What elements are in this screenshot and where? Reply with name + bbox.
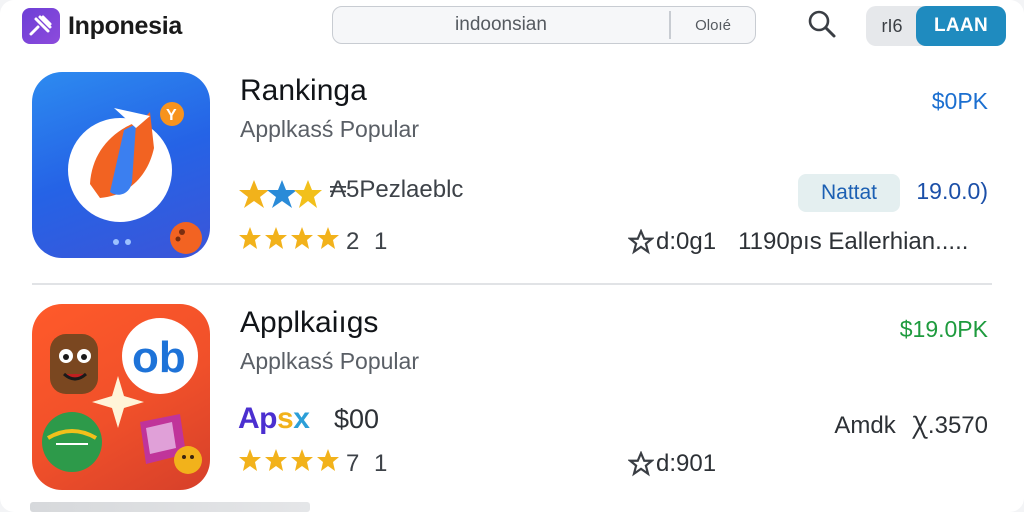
star-icon bbox=[317, 227, 339, 249]
rating-stars bbox=[238, 226, 340, 254]
svg-text:Y: Y bbox=[166, 107, 177, 124]
language-toggle: rI6 LAAN bbox=[866, 6, 1006, 46]
app-list-item[interactable]: ob Applkaiıgs Applkasś Popular $19.0PK A… bbox=[0, 296, 1024, 512]
app-name[interactable]: Applkaiıgs bbox=[240, 306, 378, 340]
app-price[interactable]: $0PK bbox=[932, 88, 988, 115]
music-note-icon: Y bbox=[68, 102, 202, 254]
right-meta: Amdk Ꭓ.3570 bbox=[834, 412, 988, 439]
star-outline-icon bbox=[628, 229, 654, 255]
app-store-panel: Inponesia Oloıé rI6 LAAN Y bbox=[0, 0, 1024, 512]
divider bbox=[32, 283, 992, 285]
app-logo-icon[interactable] bbox=[22, 8, 60, 44]
rating-number: 2 1 bbox=[346, 228, 392, 255]
star-icon bbox=[265, 227, 287, 249]
search-filter-tag[interactable]: Oloıé bbox=[671, 7, 755, 43]
version-value: 19.0.0) bbox=[916, 178, 988, 204]
app-name[interactable]: Rankinga bbox=[240, 74, 367, 108]
svg-text:ob: ob bbox=[132, 333, 186, 382]
search-input[interactable] bbox=[333, 7, 669, 43]
star-icon bbox=[239, 227, 261, 249]
app-meta: d:901 bbox=[628, 450, 716, 478]
search-bar[interactable]: Oloıé bbox=[332, 6, 756, 44]
status-chip[interactable]: Nattat bbox=[798, 174, 900, 212]
stat-line: ₳5Pezlaeblc bbox=[330, 176, 464, 203]
app-category: Applkasś Popular bbox=[240, 348, 419, 374]
search-icon[interactable] bbox=[806, 8, 838, 40]
meta-downloads: d:901 bbox=[656, 450, 717, 477]
next-item-peek bbox=[30, 502, 310, 512]
game-collage-icon: ob bbox=[42, 318, 202, 474]
star-icon bbox=[291, 227, 313, 249]
star-icon bbox=[239, 449, 261, 471]
meta-reviews: 1190pıs Eallerhian..... bbox=[738, 228, 969, 255]
app-meta: d:0g1 1190pıs Eallerhian..... bbox=[628, 228, 968, 256]
star-icon bbox=[291, 449, 313, 471]
plug-icon bbox=[29, 15, 52, 36]
star-icon bbox=[265, 449, 287, 471]
toggle-option-active[interactable]: LAAN bbox=[916, 6, 1006, 46]
rating-stars bbox=[238, 448, 340, 476]
toggle-option-inactive[interactable]: rI6 bbox=[866, 6, 918, 46]
brand-stars-icon bbox=[239, 180, 322, 208]
app-icon[interactable]: Y bbox=[32, 72, 210, 258]
brand-wordmark: Apsx bbox=[238, 402, 310, 435]
app-price[interactable]: $19.0PK bbox=[900, 316, 988, 343]
star-icon bbox=[317, 449, 339, 471]
rating-number: 7 1 bbox=[346, 450, 392, 477]
meta-downloads: d:0g1 bbox=[656, 228, 717, 255]
app-icon[interactable]: ob bbox=[32, 304, 210, 490]
app-category: Applkasś Popular bbox=[240, 116, 419, 142]
app-list-item[interactable]: Y Rankinga Applkasś Popular $0PK ₳5Pezla… bbox=[0, 60, 1024, 280]
star-outline-icon bbox=[628, 451, 654, 477]
top-bar: Inponesia Oloıé rI6 LAAN bbox=[0, 0, 1024, 56]
app-title: Inponesia bbox=[68, 12, 182, 40]
brand-amount: $00 bbox=[334, 404, 380, 434]
